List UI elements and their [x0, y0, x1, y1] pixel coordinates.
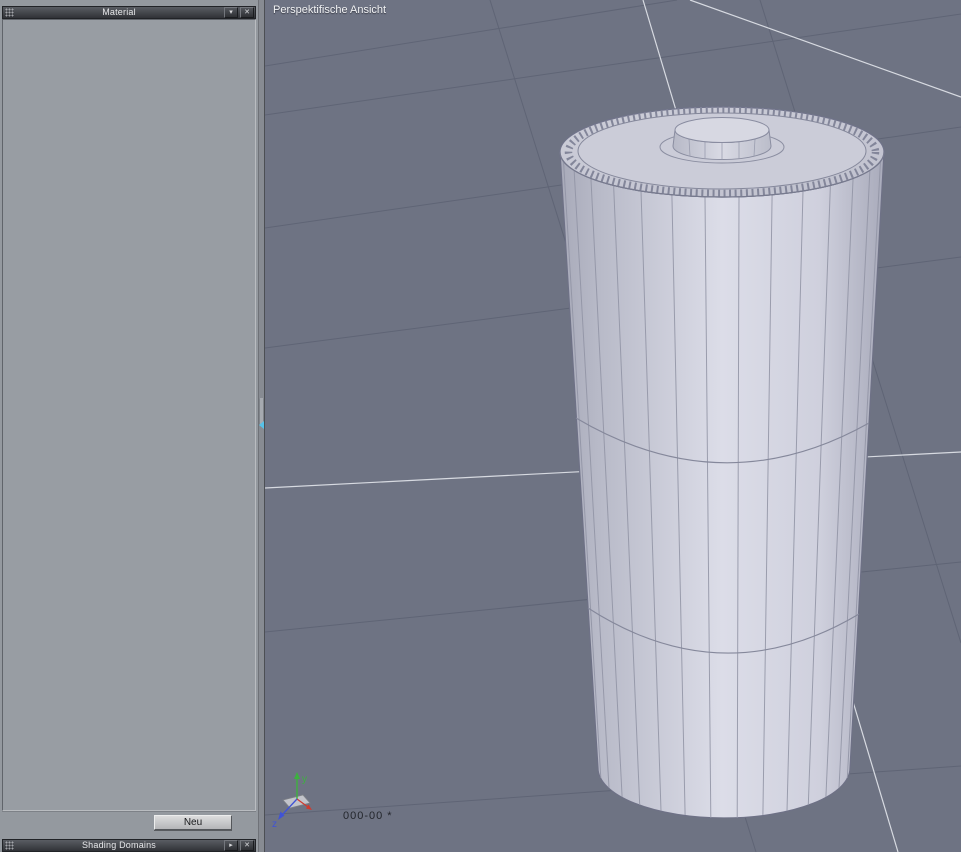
gizmo-y-arrow-icon — [294, 772, 300, 779]
shading-close-button[interactable]: ✕ — [240, 840, 254, 851]
orientation-gizmo[interactable]: y z — [272, 772, 312, 830]
shading-expand-button[interactable]: ▸ — [224, 840, 238, 851]
material-panel-titlebar[interactable]: Material ▾ ✕ — [2, 6, 256, 19]
material-close-button[interactable]: ✕ — [240, 7, 254, 18]
material-panel-footer: Neu — [2, 811, 256, 833]
viewport-status-readout: 000-00 * — [343, 810, 393, 822]
viewport-canvas[interactable]: y z — [265, 0, 961, 852]
panel-grip-icon[interactable] — [5, 8, 14, 17]
shading-titlebar-actions: ▸ ✕ — [224, 840, 254, 851]
viewport-title: Perspektifische Ansicht — [273, 4, 387, 16]
material-titlebar-actions: ▾ ✕ — [224, 7, 254, 18]
gizmo-y-label: y — [302, 774, 307, 785]
panel-splitter[interactable] — [258, 0, 265, 852]
cylinder-body[interactable] — [559, 151, 885, 819]
material-panel-title: Material — [102, 7, 136, 17]
material-panel: Material ▾ ✕ Neu — [2, 6, 256, 833]
left-dock: Material ▾ ✕ Neu Shading Domains ▸ ✕ — [0, 0, 258, 852]
shading-domains-titlebar[interactable]: Shading Domains ▸ ✕ — [2, 839, 256, 852]
gizmo-z-label: z — [272, 819, 277, 830]
gizmo-x-arrow-icon — [306, 804, 312, 810]
material-menu-button[interactable]: ▾ — [224, 7, 238, 18]
3d-viewport[interactable]: y z Perspektifische Ansicht 000-00 * — [265, 0, 961, 852]
terminal-top-face — [674, 117, 770, 143]
splitter-collapse-arrow-icon[interactable] — [259, 421, 264, 429]
shading-domains-title: Shading Domains — [81, 840, 157, 850]
new-material-button[interactable]: Neu — [154, 815, 232, 830]
material-list-area[interactable] — [2, 19, 256, 811]
cylinder-object[interactable] — [559, 106, 885, 819]
panel-grip-icon[interactable] — [5, 841, 14, 850]
application-window: Material ▾ ✕ Neu Shading Domains ▸ ✕ y z… — [0, 0, 961, 852]
